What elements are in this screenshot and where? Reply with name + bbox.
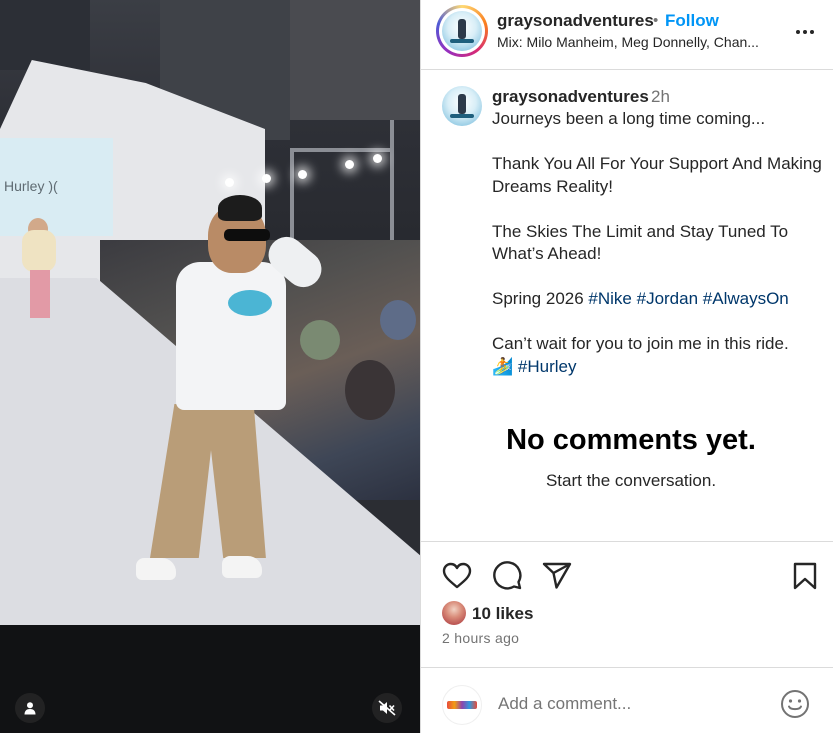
caption-line: Thank You All For Your Support And Makin… (492, 154, 822, 196)
runway-floor (0, 625, 420, 733)
caption-line: 🏄 #Hurley (492, 356, 822, 379)
audio-track[interactable]: Mix: Milo Manheim, Meg Donnelly, Chan... (497, 34, 787, 50)
header-username[interactable]: graysonadventures (497, 11, 654, 31)
boy-model (218, 195, 262, 221)
avatar-logo (447, 701, 477, 709)
comment-bar (421, 667, 833, 733)
audience-member (300, 320, 340, 360)
girl-model (30, 270, 50, 318)
post-panel: graysonadventures • Follow Mix: Milo Man… (420, 0, 833, 733)
stage-light (262, 174, 271, 183)
building (0, 0, 90, 70)
more-icon (810, 30, 814, 34)
stage-light (298, 170, 307, 179)
avatar[interactable] (442, 11, 482, 51)
audience-member (345, 360, 395, 420)
sneaker (222, 556, 262, 578)
mute-button[interactable] (372, 693, 402, 723)
caption-prefix: Spring 2026 (492, 289, 589, 308)
surfer-figure (458, 19, 466, 39)
hashtag-hurley[interactable]: #Hurley (518, 357, 577, 376)
caption-avatar[interactable] (442, 86, 482, 126)
building (290, 0, 420, 120)
audience-member (380, 300, 416, 340)
caption-line: Can’t wait for you to join me in this ri… (492, 334, 789, 353)
muted-speaker-icon (378, 700, 396, 716)
caption-area: graysonadventures 2h Journeys been a lon… (421, 70, 833, 540)
post-header: graysonadventures • Follow Mix: Milo Man… (421, 0, 833, 70)
caption-username[interactable]: graysonadventures (492, 87, 649, 107)
runway-scene: Hurley )( (0, 0, 420, 733)
post-media[interactable]: Hurley )( (0, 0, 420, 733)
heart-icon[interactable] (441, 560, 473, 592)
story-ring[interactable] (436, 5, 488, 57)
tagged-users-button[interactable] (15, 693, 45, 723)
hashtag-alwayson[interactable]: #AlwaysOn (703, 289, 789, 308)
caption-text: Journeys been a long time coming... Than… (492, 108, 822, 378)
more-icon (796, 30, 800, 34)
emoji-icon[interactable] (780, 689, 810, 719)
person-icon (24, 702, 36, 715)
comment-input[interactable] (498, 694, 758, 714)
stage-light (345, 160, 354, 169)
caption-time[interactable]: 2h (651, 87, 670, 107)
brand-logo: Hurley )( (4, 178, 58, 194)
bookmark-icon[interactable] (789, 560, 821, 592)
more-icon (803, 30, 807, 34)
caption-line: The Skies The Limit and Stay Tuned To Wh… (492, 221, 789, 264)
no-comments-subtitle: Start the conversation. (545, 471, 717, 490)
stage-truss (290, 148, 390, 152)
post-timestamp[interactable]: 2 hours ago (442, 630, 519, 646)
follow-button[interactable]: Follow (665, 11, 719, 31)
likes-count[interactable]: 10 likes (472, 604, 533, 624)
boy-model (176, 262, 286, 410)
action-bar: 10 likes 2 hours ago (421, 541, 833, 667)
surfer-figure (458, 94, 466, 114)
caption-line: Spring 2026 #Nike #Jordan #AlwaysOn (492, 288, 822, 311)
girl-model (22, 230, 56, 272)
hashtag-jordan[interactable]: #Jordan (637, 289, 698, 308)
share-icon[interactable] (541, 560, 573, 592)
liker-avatar[interactable] (442, 601, 466, 625)
more-options-button[interactable] (793, 20, 817, 44)
sunglasses (224, 229, 270, 241)
surfer-emoji: 🏄 (492, 356, 514, 376)
sneaker (136, 558, 176, 580)
hashtag-nike[interactable]: #Nike (588, 289, 631, 308)
caption-line: Journeys been a long time coming... (492, 109, 766, 128)
avatar-frame (439, 8, 485, 54)
shirt-logo (228, 290, 272, 316)
comment-icon[interactable] (491, 560, 523, 592)
current-user-avatar (442, 685, 482, 725)
stage-light (225, 178, 234, 187)
stage-light (373, 154, 382, 163)
separator-dot: • (653, 12, 659, 29)
surfboard (450, 39, 474, 43)
surfboard (450, 114, 474, 118)
no-comments-title: No comments yet. (506, 424, 756, 456)
